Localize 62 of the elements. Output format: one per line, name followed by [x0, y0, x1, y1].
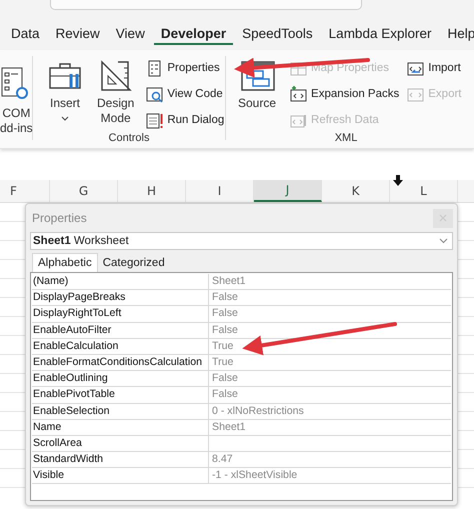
tab[interactable]: Categorized — [98, 253, 170, 272]
com-add-ins-button[interactable]: COM dd-ins — [0, 56, 32, 137]
source-button[interactable]: Source — [232, 56, 282, 132]
column-header[interactable]: H — [118, 180, 186, 202]
property-name[interactable]: DisplayPageBreaks — [32, 290, 209, 306]
property-name[interactable]: EnableAutoFilter — [32, 322, 209, 338]
ribbon-tab[interactable]: Data — [4, 26, 47, 44]
column-header[interactable]: F — [0, 180, 50, 202]
xml-package-icon — [290, 86, 308, 102]
property-value[interactable]: 0 - xlNoRestrictions — [209, 404, 304, 419]
insert-button[interactable]: Insert — [41, 56, 89, 132]
property-value[interactable]: True — [209, 354, 234, 370]
property-value[interactable]: True — [209, 338, 234, 354]
design-button[interactable]: Design Mode — [91, 56, 140, 132]
ribbon-tab[interactable]: Lambda Explorer — [322, 26, 438, 44]
property-value[interactable]: -1 - xlSheetVisible — [209, 468, 298, 484]
property-value[interactable]: 8.47 — [209, 452, 233, 468]
property-name[interactable]: Name — [32, 420, 209, 435]
property-value[interactable]: False — [209, 371, 238, 386]
list-icon — [146, 60, 164, 76]
property-name[interactable]: EnablePivotTable — [32, 387, 209, 402]
window-title: Properties — [32, 211, 87, 225]
group-label: Controls — [108, 132, 150, 144]
xml-import-icon — [407, 60, 424, 76]
property-value[interactable]: False — [209, 290, 238, 306]
ribbon-button[interactable]: Import — [407, 56, 462, 80]
chevron-down-icon — [439, 238, 448, 244]
property-name[interactable]: StandardWidth — [32, 452, 209, 468]
close-button[interactable] — [433, 208, 453, 228]
table-icon — [290, 60, 308, 76]
property-value[interactable]: Sheet1 — [209, 274, 246, 290]
magnifier-icon — [146, 86, 164, 102]
property-name[interactable]: EnableCalculation — [32, 338, 209, 354]
property-value[interactable]: False — [209, 306, 238, 322]
ribbon-tab[interactable]: Developer — [154, 26, 234, 44]
column-header[interactable]: J — [254, 180, 322, 202]
ribbon-button[interactable]: View Code — [146, 82, 224, 106]
mouse-pointer-icon — [393, 175, 403, 186]
property-value[interactable]: False — [209, 322, 238, 338]
ribbon-tab[interactable]: Review — [48, 26, 107, 44]
close-icon — [439, 214, 447, 222]
ribbon-button[interactable]: Properties — [146, 56, 224, 80]
ribbon-tab[interactable]: View — [108, 26, 152, 44]
ribbon-button[interactable]: Run Dialog — [146, 108, 224, 132]
property-name[interactable]: EnableFormatConditionsCalculation — [32, 354, 209, 370]
dialog-icon — [146, 112, 164, 128]
property-value[interactable]: False — [209, 387, 238, 402]
ribbon-tab[interactable]: SpeedTools — [235, 26, 320, 44]
property-name[interactable]: Visible — [32, 468, 209, 484]
property-name[interactable]: DisplayRightToLeft — [32, 306, 209, 322]
property-value[interactable]: Sheet1 — [209, 420, 246, 435]
property-name[interactable]: EnableSelection — [32, 404, 209, 419]
tab[interactable]: Alphabetic — [32, 253, 98, 272]
property-name[interactable]: ScrollArea — [32, 436, 209, 452]
column-header[interactable]: G — [50, 180, 118, 202]
object-dropdown[interactable]: Sheet1 Worksheet — [30, 232, 453, 250]
column-header[interactable]: K — [322, 180, 390, 202]
property-name[interactable]: EnableOutlining — [32, 371, 209, 386]
group-label: XML — [334, 132, 358, 144]
xml-export-icon — [407, 86, 424, 102]
ribbon-button[interactable]: Expansion Packs — [290, 82, 400, 106]
property-name[interactable]: (Name) — [32, 274, 209, 290]
